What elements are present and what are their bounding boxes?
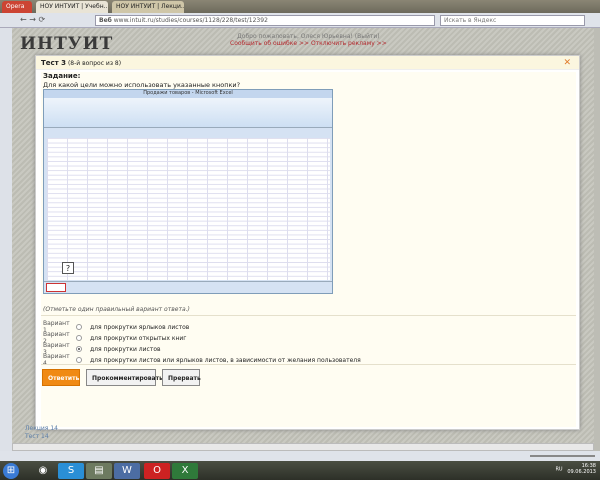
system-tray: RU 16:38 09.06.2013 xyxy=(555,463,596,475)
clock-date[interactable]: 09.06.2013 xyxy=(567,469,596,475)
radio-button[interactable] xyxy=(76,324,82,330)
excel-title: Продажи товаров - Microsoft Excel xyxy=(44,90,332,98)
sheet-tabs xyxy=(44,281,332,293)
excel-grid xyxy=(47,138,330,280)
browser-tab-bar: Opera НОУ ИНТУИТ | Учебн... НОУ ИНТУИТ |… xyxy=(0,0,600,13)
browser-sidebar xyxy=(0,28,12,455)
divider xyxy=(41,315,576,316)
dialog-body: Задание: Для какой цели можно использова… xyxy=(41,72,576,427)
chrome-icon[interactable]: ◉ xyxy=(30,463,56,479)
option-text: для прокрутки листов xyxy=(90,345,161,353)
radio-button[interactable] xyxy=(76,335,82,341)
navigation-bar: ← → ⟳ Веб www.intuit.ru/studies/courses/… xyxy=(0,13,600,28)
close-icon[interactable]: ✕ xyxy=(563,58,571,68)
url-badge: Веб xyxy=(99,17,112,24)
horizontal-scrollbar[interactable] xyxy=(12,443,594,451)
answer-button[interactable]: Ответить xyxy=(42,369,80,386)
taskbar: ⊞ ◉ S ▤ W O X RU 16:38 09.06.2013 xyxy=(0,461,600,480)
dialog-header: Тест 3 (8-й вопрос из 8) xyxy=(36,56,579,70)
header-links[interactable]: Сообщить об ошибке >> Отключить рекламу … xyxy=(230,40,387,47)
instruction-text: (Отметьте один правильный вариант ответа… xyxy=(43,306,190,313)
dialog-title: Тест 3 xyxy=(41,59,67,67)
tab-active[interactable]: НОУ ИНТУИТ | Учебн... xyxy=(36,1,108,13)
divider xyxy=(41,364,576,365)
welcome-text: Добро пожаловать, Олеся Юрьевна! (Выйти) xyxy=(237,33,380,40)
excel-screenshot: Продажи товаров - Microsoft Excel ? xyxy=(43,89,333,294)
site-logo[interactable]: ИНТУИТ xyxy=(20,34,113,54)
abort-button[interactable]: Прервать xyxy=(162,369,201,386)
tab-lecture[interactable]: НОУ ИНТУИТ | Лекци... xyxy=(112,1,184,13)
language-indicator[interactable]: RU xyxy=(555,467,562,473)
option-text: для прокрутки открытых книг xyxy=(90,334,187,342)
back-icon[interactable]: ← → ⟳ xyxy=(20,15,45,24)
test-dialog: Тест 3 (8-й вопрос из 8) ✕ Задание: Для … xyxy=(35,55,580,430)
start-button[interactable]: ⊞ xyxy=(3,463,19,479)
sheet-nav-buttons xyxy=(46,283,66,292)
excel-icon[interactable]: X xyxy=(172,463,198,479)
opera-menu-button[interactable]: Opera xyxy=(2,1,32,13)
option-text: для прокрутки ярлыков листов xyxy=(90,323,190,331)
zoom-slider[interactable] xyxy=(530,455,595,457)
search-input[interactable]: Искать в Яндекс xyxy=(440,15,585,26)
dialog-subtitle: (8-й вопрос из 8) xyxy=(67,60,122,67)
explorer-icon[interactable]: ▤ xyxy=(86,463,112,479)
footer-link-test[interactable]: Тест 14 xyxy=(25,433,49,440)
excel-ribbon xyxy=(44,98,332,128)
radio-button-selected[interactable] xyxy=(76,346,82,352)
address-bar[interactable]: Веб www.intuit.ru/studies/courses/1128/2… xyxy=(95,15,435,26)
question-text: Для какой цели можно использовать указан… xyxy=(43,81,241,89)
footer-link-lecture[interactable]: Лекция 14 xyxy=(25,425,58,432)
site-header-text: Добро пожаловать, Олеся Юрьевна! (Выйти)… xyxy=(230,33,387,47)
comment-button[interactable]: Прокомментировать xyxy=(86,369,163,386)
skype-icon[interactable]: S xyxy=(58,463,84,479)
callout-question: ? xyxy=(62,262,74,274)
option-text: для прокрутки листов или ярлыков листов,… xyxy=(90,356,361,364)
status-bar xyxy=(0,451,600,461)
task-label: Задание: xyxy=(43,72,81,80)
url-text: www.intuit.ru/studies/courses/1128/228/t… xyxy=(113,17,268,24)
radio-button[interactable] xyxy=(76,357,82,363)
opera-icon[interactable]: O xyxy=(144,463,170,479)
word-icon[interactable]: W xyxy=(114,463,140,479)
